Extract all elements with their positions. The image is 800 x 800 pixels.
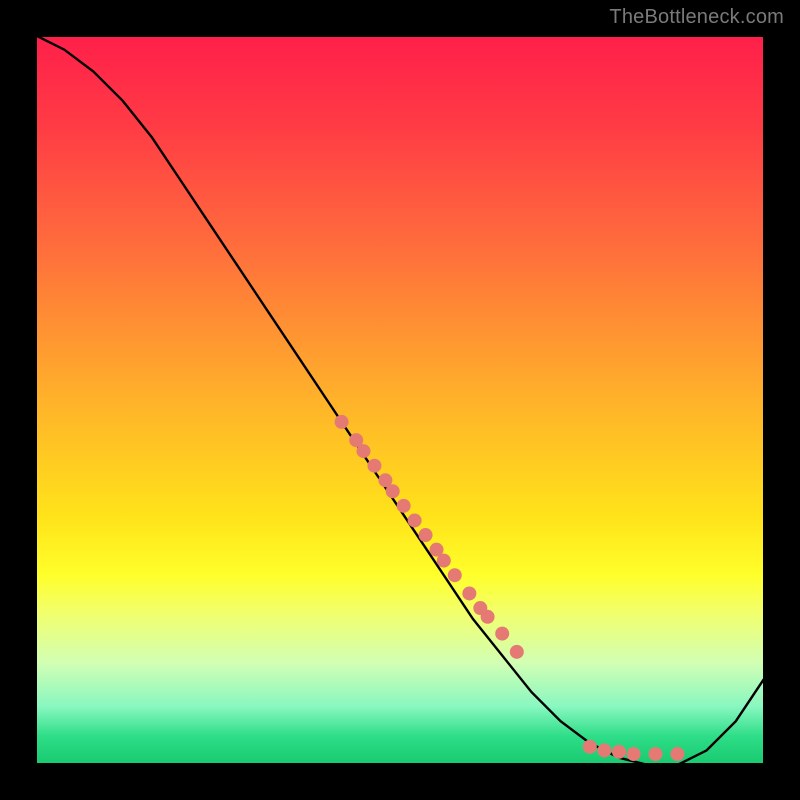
highlight-dot — [462, 586, 476, 600]
plot-frame — [35, 35, 765, 765]
highlight-dot — [448, 568, 462, 582]
watermark-text: TheBottleneck.com — [609, 6, 784, 29]
highlight-dot — [583, 740, 597, 754]
highlight-dot — [419, 528, 433, 542]
highlight-dot — [670, 747, 684, 761]
highlight-dot — [597, 743, 611, 757]
highlight-dot — [357, 444, 371, 458]
highlight-dot — [627, 747, 641, 761]
highlight-dot — [510, 645, 524, 659]
highlight-dot — [495, 627, 509, 641]
highlight-dot — [649, 747, 663, 761]
highlighted-dots-group — [335, 415, 685, 761]
highlight-dot — [386, 484, 400, 498]
bottleneck-curve-path — [35, 35, 765, 765]
highlight-dot — [408, 513, 422, 527]
curve-line — [35, 35, 765, 765]
highlight-dot — [612, 745, 626, 759]
highlight-dot — [367, 459, 381, 473]
highlight-dot — [437, 554, 451, 568]
highlight-dot — [481, 610, 495, 624]
highlight-dot — [335, 415, 349, 429]
highlight-dot — [397, 499, 411, 513]
chart-svg — [35, 35, 765, 765]
chart-stage: TheBottleneck.com — [0, 0, 800, 800]
